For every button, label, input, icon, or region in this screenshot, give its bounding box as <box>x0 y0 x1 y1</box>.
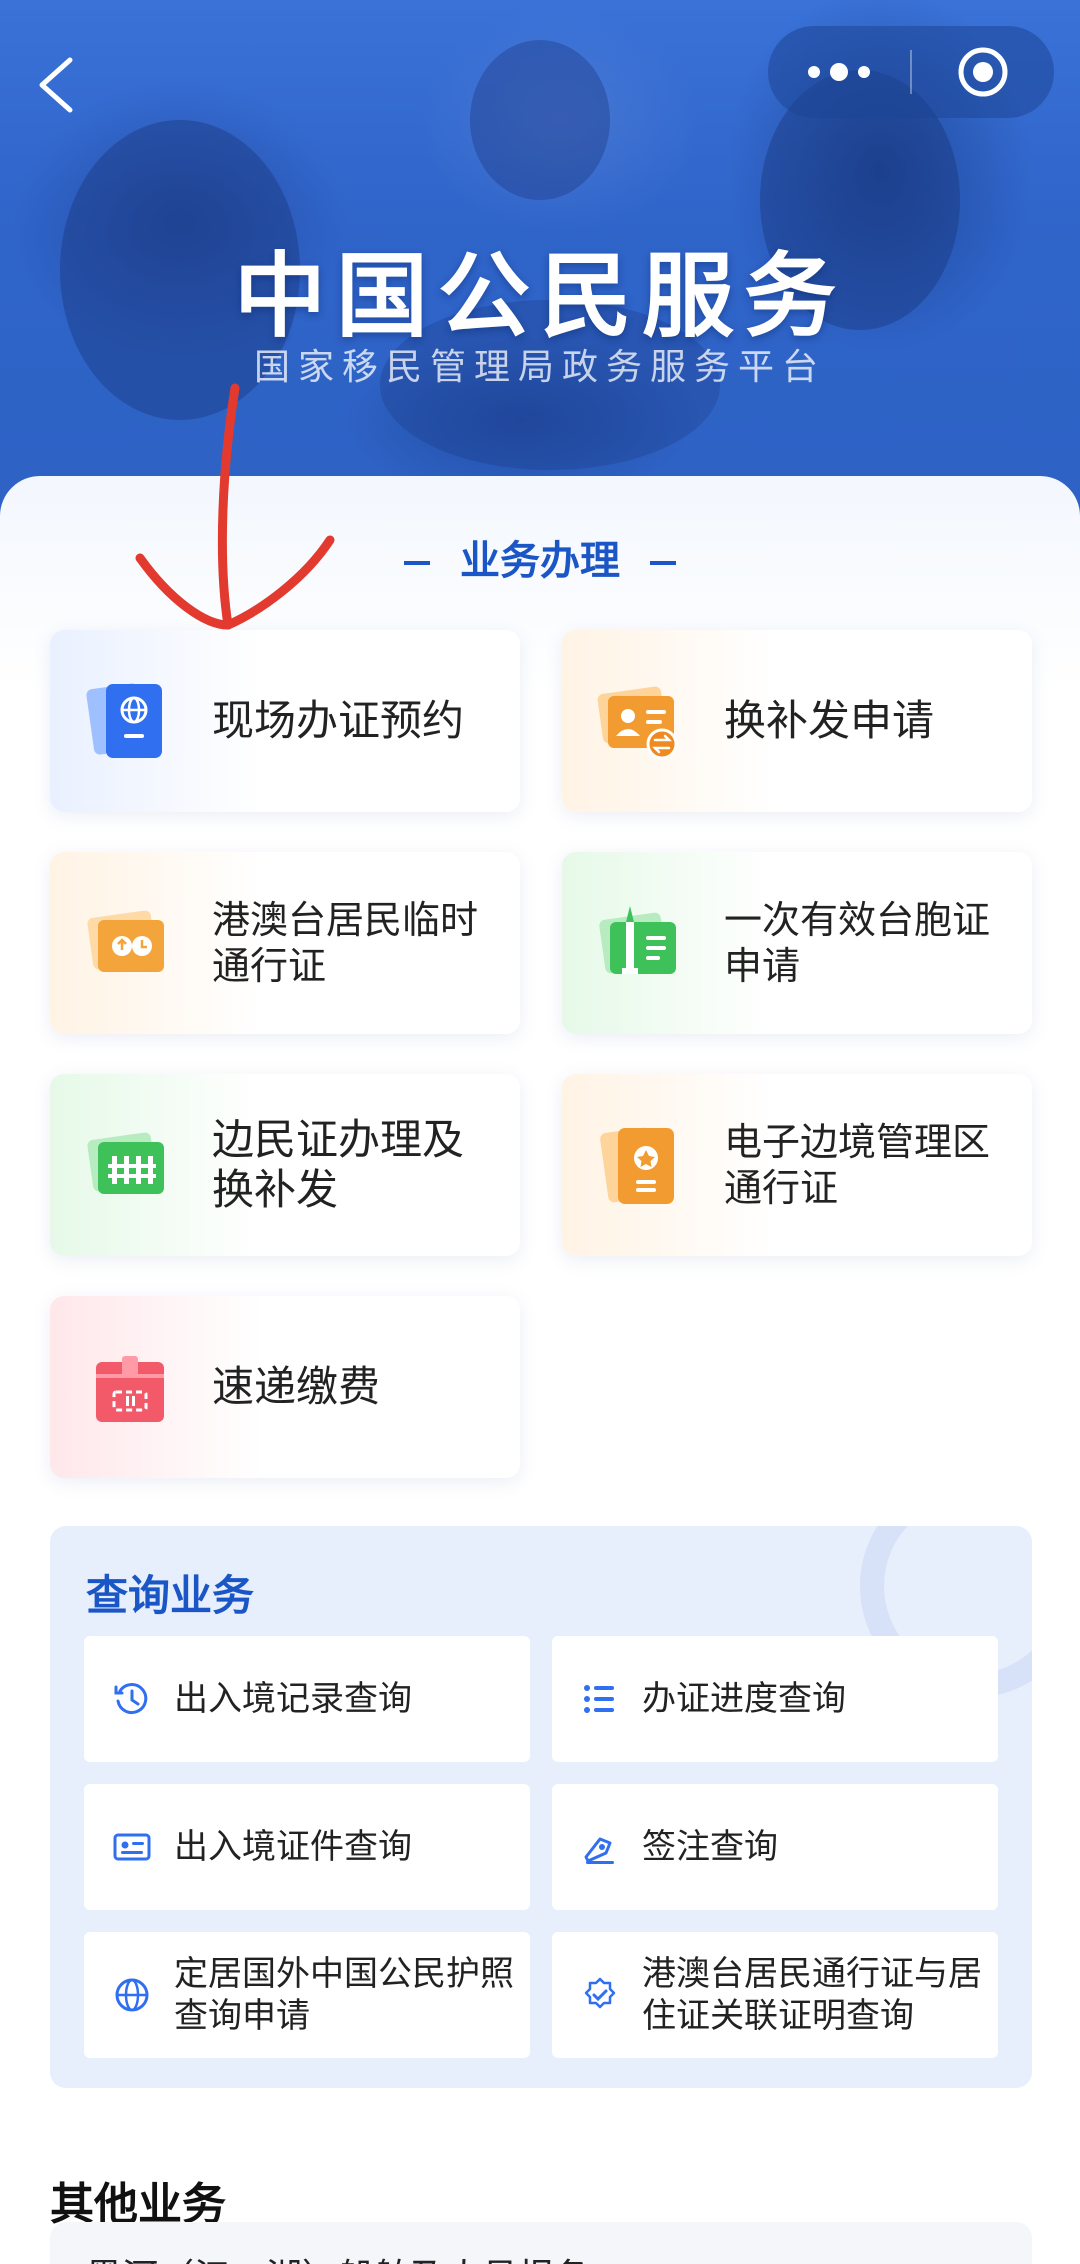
heading-dash-right <box>650 561 676 565</box>
service-label: 港澳台居民临时通行证 <box>212 898 479 988</box>
query-label: 出入境记录查询 <box>174 1679 412 1719</box>
tower-card-icon <box>599 906 676 974</box>
passport-globe-icon <box>86 683 162 758</box>
query-application-progress[interactable]: 办证进度查询 <box>552 1636 998 1762</box>
parcel-box-icon <box>96 1356 164 1422</box>
more-button[interactable] <box>768 26 910 118</box>
query-label: 港澳台居民通行证与居住证关联证明查询 <box>642 1954 982 2036</box>
service-label: 一次有效台胞证申请 <box>724 898 991 988</box>
query-overseas-passport[interactable]: 定居国外中国公民护照查询申请 <box>84 1932 530 2058</box>
verified-badge-icon <box>584 1977 616 2009</box>
query-label: 签注查询 <box>642 1827 778 1867</box>
query-label: 办证进度查询 <box>642 1679 846 1719</box>
service-label: 电子边境管理区通行证 <box>724 1120 991 1210</box>
stamp-tag-icon <box>584 1837 614 1864</box>
query-label: 定居国外中国公民护照查询申请 <box>174 1954 514 2036</box>
heading-dash-left <box>404 561 430 565</box>
query-title: 查询业务 <box>86 1571 255 1620</box>
service-label: 换补发申请 <box>724 696 935 745</box>
mini-program-capsule <box>768 26 1054 118</box>
section-title: 业务办理 <box>460 538 620 584</box>
service-border-zone-e-permit[interactable]: 电子边境管理区通行证 <box>562 1074 1032 1256</box>
star-document-icon <box>600 1127 674 1204</box>
target-close-icon <box>958 47 1008 97</box>
service-express-payment[interactable]: 速递缴费 <box>50 1296 520 1478</box>
close-button[interactable] <box>912 26 1054 118</box>
travel-permit-icon <box>87 910 164 972</box>
chevron-left-icon <box>39 57 73 113</box>
other-service-label: 黑河（江、湖）船舶及人员报备 <box>86 2248 590 2264</box>
globe-icon <box>115 1978 149 2012</box>
other-service-item[interactable]: 黑河（江、湖）船舶及人员报备 <box>50 2222 1032 2264</box>
query-label: 出入境证件查询 <box>174 1827 412 1867</box>
service-label: 现场办证预约 <box>212 696 465 745</box>
more-dots-icon <box>808 63 870 81</box>
query-entry-exit-records[interactable]: 出入境记录查询 <box>84 1636 530 1762</box>
service-onsite-appointment[interactable]: 现场办证预约 <box>50 630 520 812</box>
service-label: 速递缴费 <box>212 1362 381 1411</box>
back-button[interactable] <box>28 50 88 120</box>
id-card-icon <box>113 1833 151 1861</box>
query-endorsement[interactable]: 签注查询 <box>552 1784 998 1910</box>
hero-subtitle: 国家移民管理局政务服务平台 <box>253 347 826 388</box>
hero-title: 中国公民服务 <box>233 243 846 350</box>
service-reissue[interactable]: 换补发申请 <box>562 630 1032 812</box>
service-hk-macao-taiwan-temporary-permit[interactable]: 港澳台居民临时通行证 <box>50 852 520 1034</box>
query-permit-residence-link[interactable]: 港澳台居民通行证与居住证关联证明查询 <box>552 1932 998 2058</box>
service-label: 边民证办理及换补发 <box>212 1115 465 1214</box>
service-border-resident-card[interactable]: 边民证办理及换补发 <box>50 1074 520 1256</box>
query-services-box: 查询业务 出入境记录查询 办证进度查询 出入境证件查询 签注查询 定居国外中国公… <box>50 1526 1032 2088</box>
section-heading: 业务办理 <box>0 528 1080 586</box>
query-entry-exit-documents[interactable]: 出入境证件查询 <box>84 1784 530 1910</box>
id-card-exchange-icon <box>597 686 678 760</box>
hero-banner: 中国公民服务 国家移民管理局政务服务平台 <box>0 0 1080 520</box>
checklist-icon <box>584 1685 614 1713</box>
border-card-icon <box>87 1132 164 1194</box>
service-taiwan-single-entry-permit[interactable]: 一次有效台胞证申请 <box>562 852 1032 1034</box>
main-panel: 业务办理 现场办证预约 换补发申请 港澳台居民临时通行证 一次有效台胞证申请 边… <box>0 476 1080 2264</box>
history-clock-icon <box>114 1683 148 1715</box>
